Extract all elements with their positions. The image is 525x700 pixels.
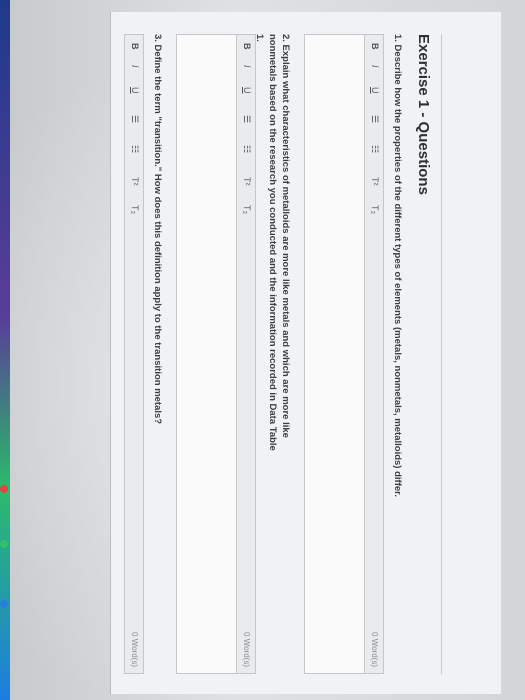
question-2-word-count: 0 Word(s): [242, 632, 251, 667]
question-2-text: 2. Explain what characteristics of metal…: [254, 34, 291, 451]
question-3-word-count: 0 Word(s): [130, 632, 139, 667]
worksheet-content-rotated: Exercise 1 - Questions 1. Describe how t…: [110, 12, 500, 694]
bulleted-list-icon[interactable]: ☰: [129, 115, 140, 123]
numbered-list-icon[interactable]: ☷: [369, 145, 380, 153]
underline-button[interactable]: U: [130, 87, 140, 94]
app-icon-red[interactable]: [0, 485, 8, 493]
bulleted-list-icon[interactable]: ☰: [369, 115, 380, 123]
subscript-button[interactable]: T₂: [130, 205, 140, 214]
bold-button[interactable]: B: [370, 43, 380, 50]
question-2-toolbar: B I U ☰ ☷ T² T₂ 0 Word(s): [236, 34, 256, 674]
numbered-list-icon[interactable]: ☷: [129, 145, 140, 153]
question-1-text: 1. Describe how the properties of the di…: [392, 34, 403, 497]
exercise-title: Exercise 1 - Questions: [415, 34, 432, 195]
subscript-button[interactable]: T₂: [370, 205, 380, 214]
app-icon-green[interactable]: [0, 540, 8, 548]
question-2-answer-input[interactable]: [176, 34, 236, 674]
numbered-list-icon[interactable]: ☷: [241, 145, 252, 153]
italic-button[interactable]: I: [242, 65, 252, 68]
italic-button[interactable]: I: [130, 65, 140, 68]
italic-button[interactable]: I: [370, 65, 380, 68]
top-divider: [441, 34, 442, 674]
question-1-toolbar: B I U ☰ ☷ T² T₂ 0 Word(s): [364, 34, 384, 674]
question-1-word-count: 0 Word(s): [370, 632, 379, 667]
superscript-button[interactable]: T²: [130, 177, 140, 186]
question-3-text: 3. Define the term "transition." How doe…: [152, 34, 163, 425]
app-icon-blue[interactable]: [0, 600, 8, 608]
underline-button[interactable]: U: [370, 87, 380, 94]
superscript-button[interactable]: T²: [242, 177, 252, 186]
superscript-button[interactable]: T²: [370, 177, 380, 186]
bold-button[interactable]: B: [130, 43, 140, 50]
underline-button[interactable]: U: [242, 87, 252, 94]
question-3-toolbar: B I U ☰ ☷ T² T₂ 0 Word(s): [124, 34, 144, 674]
bulleted-list-icon[interactable]: ☰: [241, 115, 252, 123]
taskbar-strip: [0, 0, 10, 700]
question-1-answer-input[interactable]: [304, 34, 364, 674]
bold-button[interactable]: B: [242, 43, 252, 50]
subscript-button[interactable]: T₂: [242, 205, 252, 214]
